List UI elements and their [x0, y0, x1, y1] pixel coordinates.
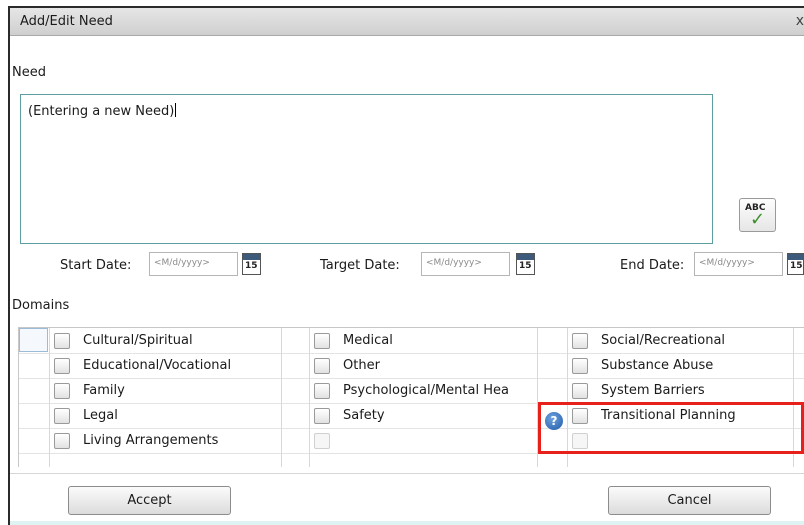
- close-icon[interactable]: x: [796, 13, 804, 29]
- target-date-calendar-icon[interactable]: 15: [516, 253, 535, 275]
- highlight-box: [538, 402, 804, 454]
- start-date-calendar-icon[interactable]: 15: [242, 253, 261, 275]
- calendar-header: [517, 254, 534, 260]
- calendar-day: 15: [790, 261, 803, 271]
- column-separator: [281, 328, 282, 467]
- domain-checkbox-legal[interactable]: [54, 408, 70, 424]
- dialog-title-bar[interactable]: Add/Edit Need x: [10, 8, 804, 36]
- start-date-input[interactable]: <M/d/yyyy>: [149, 252, 238, 276]
- column-separator: [309, 328, 310, 467]
- domain-checkbox-living-arrangements[interactable]: [54, 433, 70, 449]
- domain-label: Medical: [343, 333, 393, 348]
- button-divider: [10, 473, 804, 474]
- domain-checkbox-safety[interactable]: [314, 408, 330, 424]
- spellcheck-icon: ✓: [750, 209, 766, 230]
- domain-checkbox-other[interactable]: [314, 358, 330, 374]
- domain-label: Safety: [343, 408, 385, 423]
- row-selector-cell[interactable]: [19, 328, 48, 352]
- end-date-calendar-icon[interactable]: 15: [787, 253, 804, 275]
- calendar-header: [788, 254, 803, 260]
- dialog-title: Add/Edit Need: [20, 14, 113, 29]
- calendar-day: 15: [245, 261, 258, 271]
- target-date-label: Target Date:: [320, 258, 400, 273]
- domain-label: Other: [343, 358, 380, 373]
- domain-checkbox-family[interactable]: [54, 383, 70, 399]
- domain-label: Social/Recreational: [601, 333, 726, 348]
- domain-checkbox-system-barriers[interactable]: [572, 383, 588, 399]
- domain-label: Living Arrangements: [83, 433, 219, 448]
- column-separator: [49, 328, 50, 467]
- domain-checkbox-educational-vocational[interactable]: [54, 358, 70, 374]
- row-separator: [19, 378, 804, 379]
- domain-label: System Barriers: [601, 383, 705, 398]
- need-label: Need: [12, 65, 46, 80]
- domains-label: Domains: [12, 298, 70, 313]
- domain-label: Cultural/Spiritual: [83, 333, 193, 348]
- footer-strip: [10, 521, 804, 525]
- domain-label: Legal: [83, 408, 118, 423]
- need-text-area[interactable]: (Entering a new Need): [20, 94, 713, 244]
- empty-checkbox-placeholder: [314, 433, 330, 449]
- calendar-day: 15: [519, 261, 532, 271]
- end-date-label: End Date:: [620, 258, 685, 273]
- target-date-input[interactable]: <M/d/yyyy>: [421, 252, 510, 276]
- cancel-button[interactable]: Cancel: [608, 486, 771, 515]
- start-date-label: Start Date:: [60, 258, 132, 273]
- calendar-header: [243, 254, 260, 260]
- spellcheck-button[interactable]: ABC ✓: [739, 198, 776, 232]
- need-text-value: (Entering a new Need): [28, 104, 175, 119]
- domain-checkbox-cultural-spiritual[interactable]: [54, 333, 70, 349]
- row-separator: [19, 353, 804, 354]
- domain-label: Substance Abuse: [601, 358, 714, 373]
- accept-button[interactable]: Accept: [68, 486, 231, 515]
- domain-checkbox-medical[interactable]: [314, 333, 330, 349]
- end-date-input[interactable]: <M/d/yyyy>: [694, 252, 783, 276]
- domain-label: Educational/Vocational: [83, 358, 232, 373]
- text-caret: [175, 103, 177, 117]
- domain-label: Psychological/Mental Hea: [343, 383, 509, 398]
- domain-checkbox-social-recreational[interactable]: [572, 333, 588, 349]
- domain-label: Family: [83, 383, 125, 398]
- domain-checkbox-substance-abuse[interactable]: [572, 358, 588, 374]
- domain-checkbox-psychological-mental-health[interactable]: [314, 383, 330, 399]
